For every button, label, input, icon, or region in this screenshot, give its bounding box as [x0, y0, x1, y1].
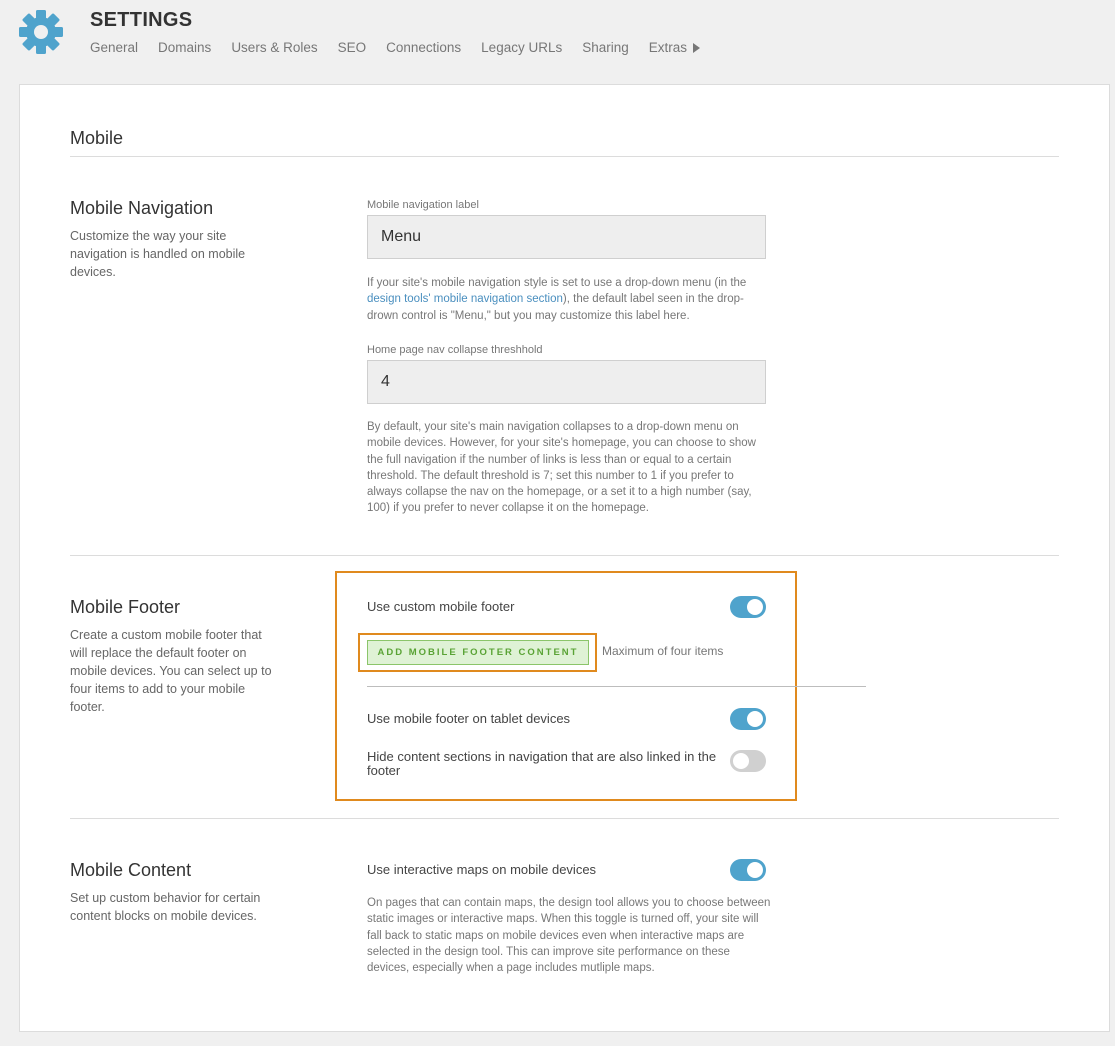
custom-footer-toggle[interactable] [730, 596, 766, 618]
tab-connections[interactable]: Connections [386, 40, 461, 55]
tablet-footer-toggle[interactable] [730, 708, 766, 730]
design-tools-link[interactable]: design tools' mobile navigation section [367, 293, 563, 305]
add-footer-content-button[interactable]: ADD MOBILE FOOTER CONTENT [367, 640, 589, 665]
mobile-navigation-description: Customize the way your site navigation i… [70, 229, 246, 279]
help-text: If your site's mobile navigation style i… [367, 277, 747, 289]
collapse-threshold-input[interactable]: 4 [367, 360, 766, 404]
divider [70, 156, 1059, 157]
mobile-nav-label-field-label: Mobile navigation label [367, 199, 479, 211]
mobile-navigation-title: Mobile Navigation [70, 198, 214, 218]
divider [70, 555, 1059, 556]
mobile-content-description: Set up custom behavior for certain conte… [70, 891, 261, 923]
hide-sections-toggle[interactable] [730, 750, 766, 772]
mobile-content-title: Mobile Content [70, 860, 192, 880]
section-title: Mobile [70, 128, 124, 148]
tab-domains[interactable]: Domains [158, 40, 211, 55]
divider [70, 818, 1059, 819]
divider [367, 686, 866, 687]
tab-seo[interactable]: SEO [338, 40, 367, 55]
tablet-footer-label: Use mobile footer on tablet devices [367, 711, 571, 726]
gear-icon [19, 10, 63, 54]
tab-extras[interactable]: Extras [648, 40, 701, 55]
mobile-footer-title: Mobile Footer [70, 597, 181, 617]
page-title: SETTINGS [90, 9, 193, 31]
settings-panel: Mobile Mobile Navigation Customize the w… [19, 84, 1110, 1032]
collapse-threshold-field-label: Home page nav collapse threshhold [367, 344, 543, 356]
tab-general[interactable]: General [90, 40, 138, 55]
tab-sharing[interactable]: Sharing [582, 40, 629, 55]
settings-tabs: General Domains Users & Roles SEO Connec… [90, 40, 720, 55]
chevron-right-icon [693, 42, 701, 53]
interactive-maps-toggle[interactable] [730, 859, 766, 881]
interactive-maps-label: Use interactive maps on mobile devices [367, 862, 597, 877]
tab-legacy-urls[interactable]: Legacy URLs [481, 40, 562, 55]
hide-sections-label: Hide content sections in navigation that… [367, 749, 717, 778]
mobile-nav-label-input[interactable]: Menu [367, 215, 766, 259]
tab-extras-label: Extras [648, 40, 688, 55]
mobile-footer-description: Create a custom mobile footer that will … [70, 628, 272, 714]
collapse-threshold-help: By default, your site's main navigation … [367, 421, 756, 515]
tab-users-roles[interactable]: Users & Roles [231, 40, 317, 55]
max-items-note: Maximum of four items [602, 644, 724, 658]
interactive-maps-help: On pages that can contain maps, the desi… [367, 897, 771, 975]
mobile-nav-label-help: If your site's mobile navigation style i… [367, 275, 772, 324]
custom-footer-label: Use custom mobile footer [367, 599, 515, 614]
